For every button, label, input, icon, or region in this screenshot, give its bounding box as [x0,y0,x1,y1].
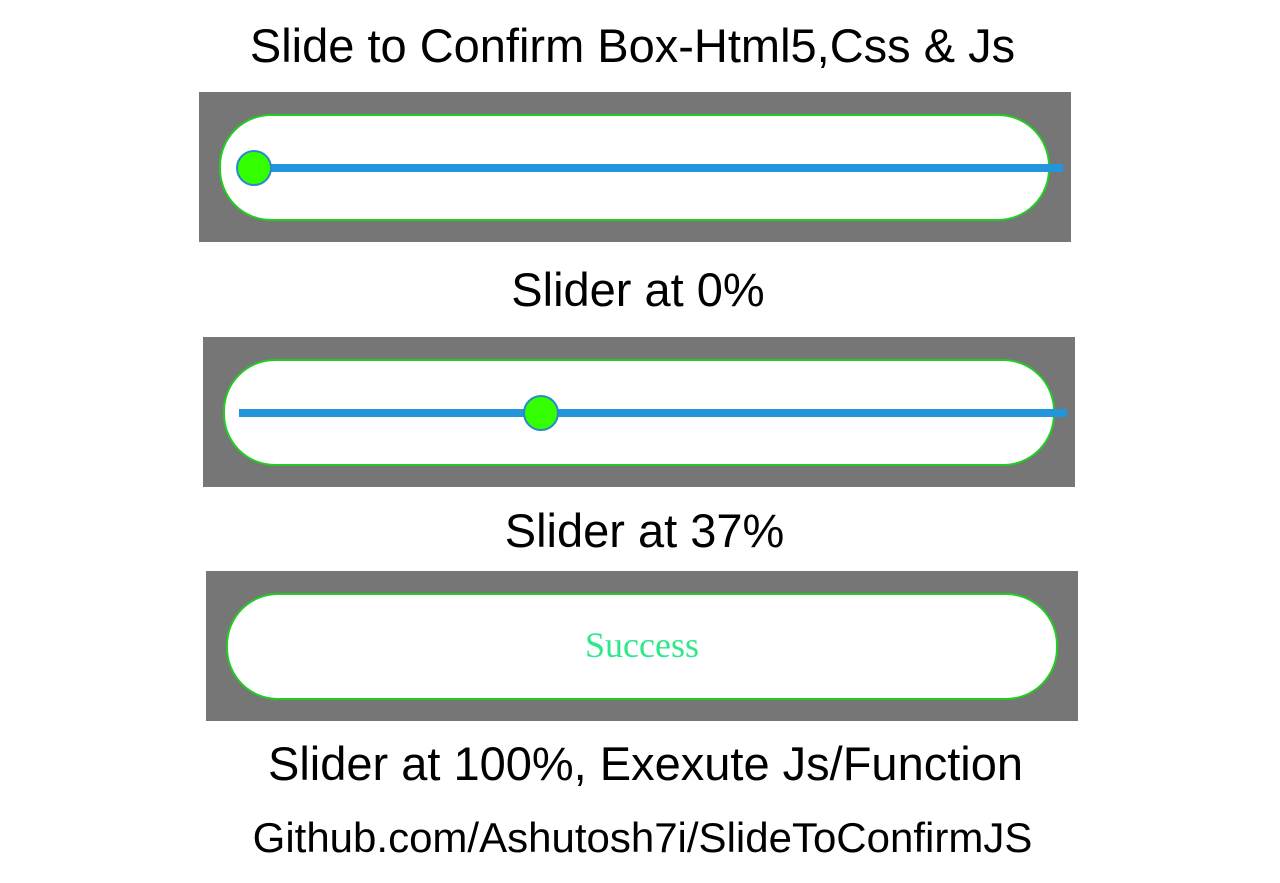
github-link[interactable]: Github.com/Ashutosh7i/SlideToConfirmJS [0,812,1280,864]
slide-to-confirm-box [219,114,1063,221]
slider-track[interactable] [239,409,1067,417]
slider-caption-0: Slider at 0% [511,263,765,316]
slide-to-confirm-box [223,359,1067,466]
slider-handle[interactable] [236,150,272,186]
page-title: Slide to Confirm Box-Html5,Css & Js [249,19,1016,72]
slider-demo-panel-100: Success [206,571,1078,721]
slide-to-confirm-box: Success [226,593,1058,700]
slider-demo-panel-37 [203,337,1075,487]
slider-caption-100: Slider at 100%, Exexute Js/Function [267,737,1023,790]
slider-demo-panel-0 [199,92,1071,242]
slider-caption-37: Slider at 37% [504,504,785,557]
slider-handle[interactable] [523,395,560,431]
success-message: Success [585,625,699,665]
slider-track[interactable] [258,164,1063,172]
